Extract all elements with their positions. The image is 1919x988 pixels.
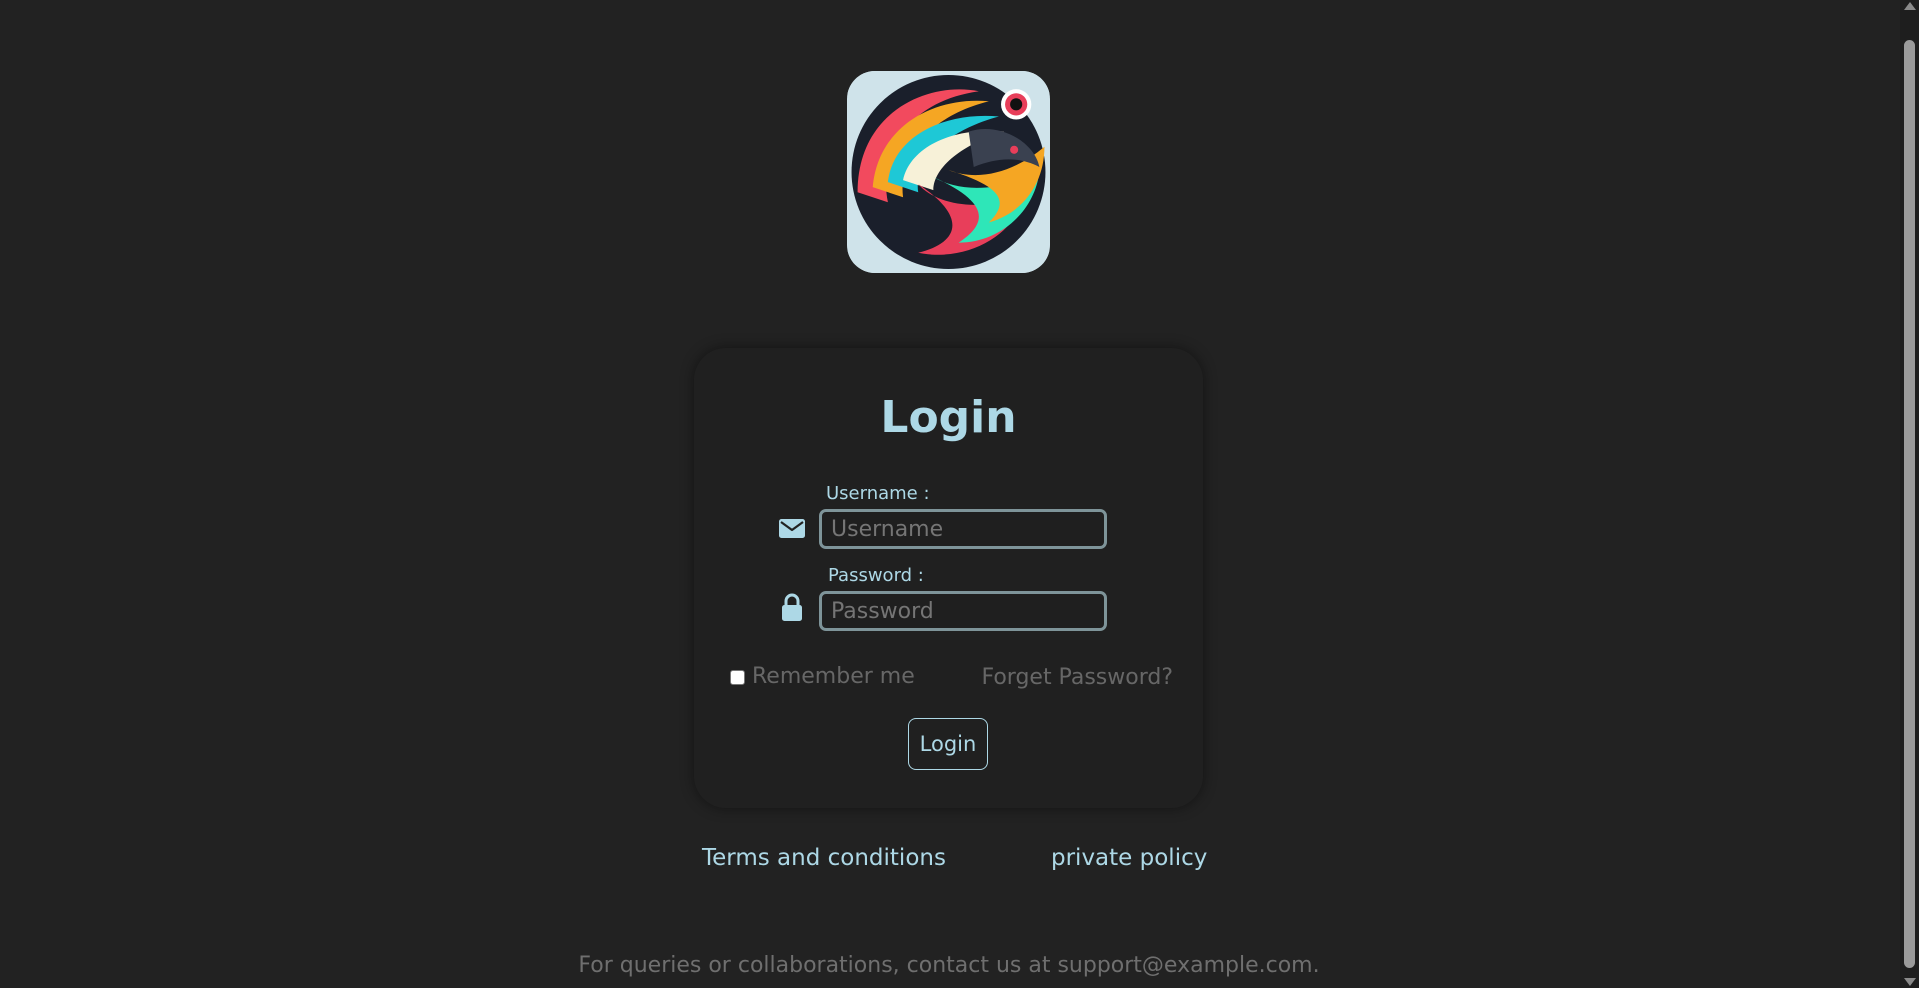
terms-link[interactable]: Terms and conditions [702, 847, 946, 870]
app-logo [847, 71, 1050, 273]
password-label: Password : [828, 565, 924, 586]
username-label: Username : [826, 483, 930, 504]
remember-checkbox[interactable] [730, 669, 745, 685]
remember-label: Remember me [752, 664, 915, 689]
scroll-down-icon[interactable] [1904, 978, 1916, 986]
privacy-link[interactable]: private policy [1051, 847, 1207, 870]
login-button[interactable]: Login [908, 718, 988, 770]
scrollbar[interactable] [1900, 0, 1919, 988]
envelope-icon [777, 513, 807, 543]
lock-icon [777, 592, 807, 622]
swirl-logo-icon [847, 71, 1050, 273]
password-input[interactable] [819, 591, 1107, 631]
contact-text: For queries or collaborations, contact u… [578, 953, 1320, 978]
forgot-password-link[interactable]: Forget Password? [981, 667, 1173, 689]
login-title: Login [880, 392, 1017, 443]
username-input[interactable] [819, 509, 1107, 549]
login-page: Login Username : Password : Remember me … [0, 0, 1919, 988]
remember-me[interactable]: Remember me [730, 666, 915, 688]
scroll-thumb[interactable] [1904, 40, 1915, 968]
login-card: Login Username : Password : Remember me … [694, 348, 1203, 808]
scroll-up-icon[interactable] [1904, 2, 1916, 10]
